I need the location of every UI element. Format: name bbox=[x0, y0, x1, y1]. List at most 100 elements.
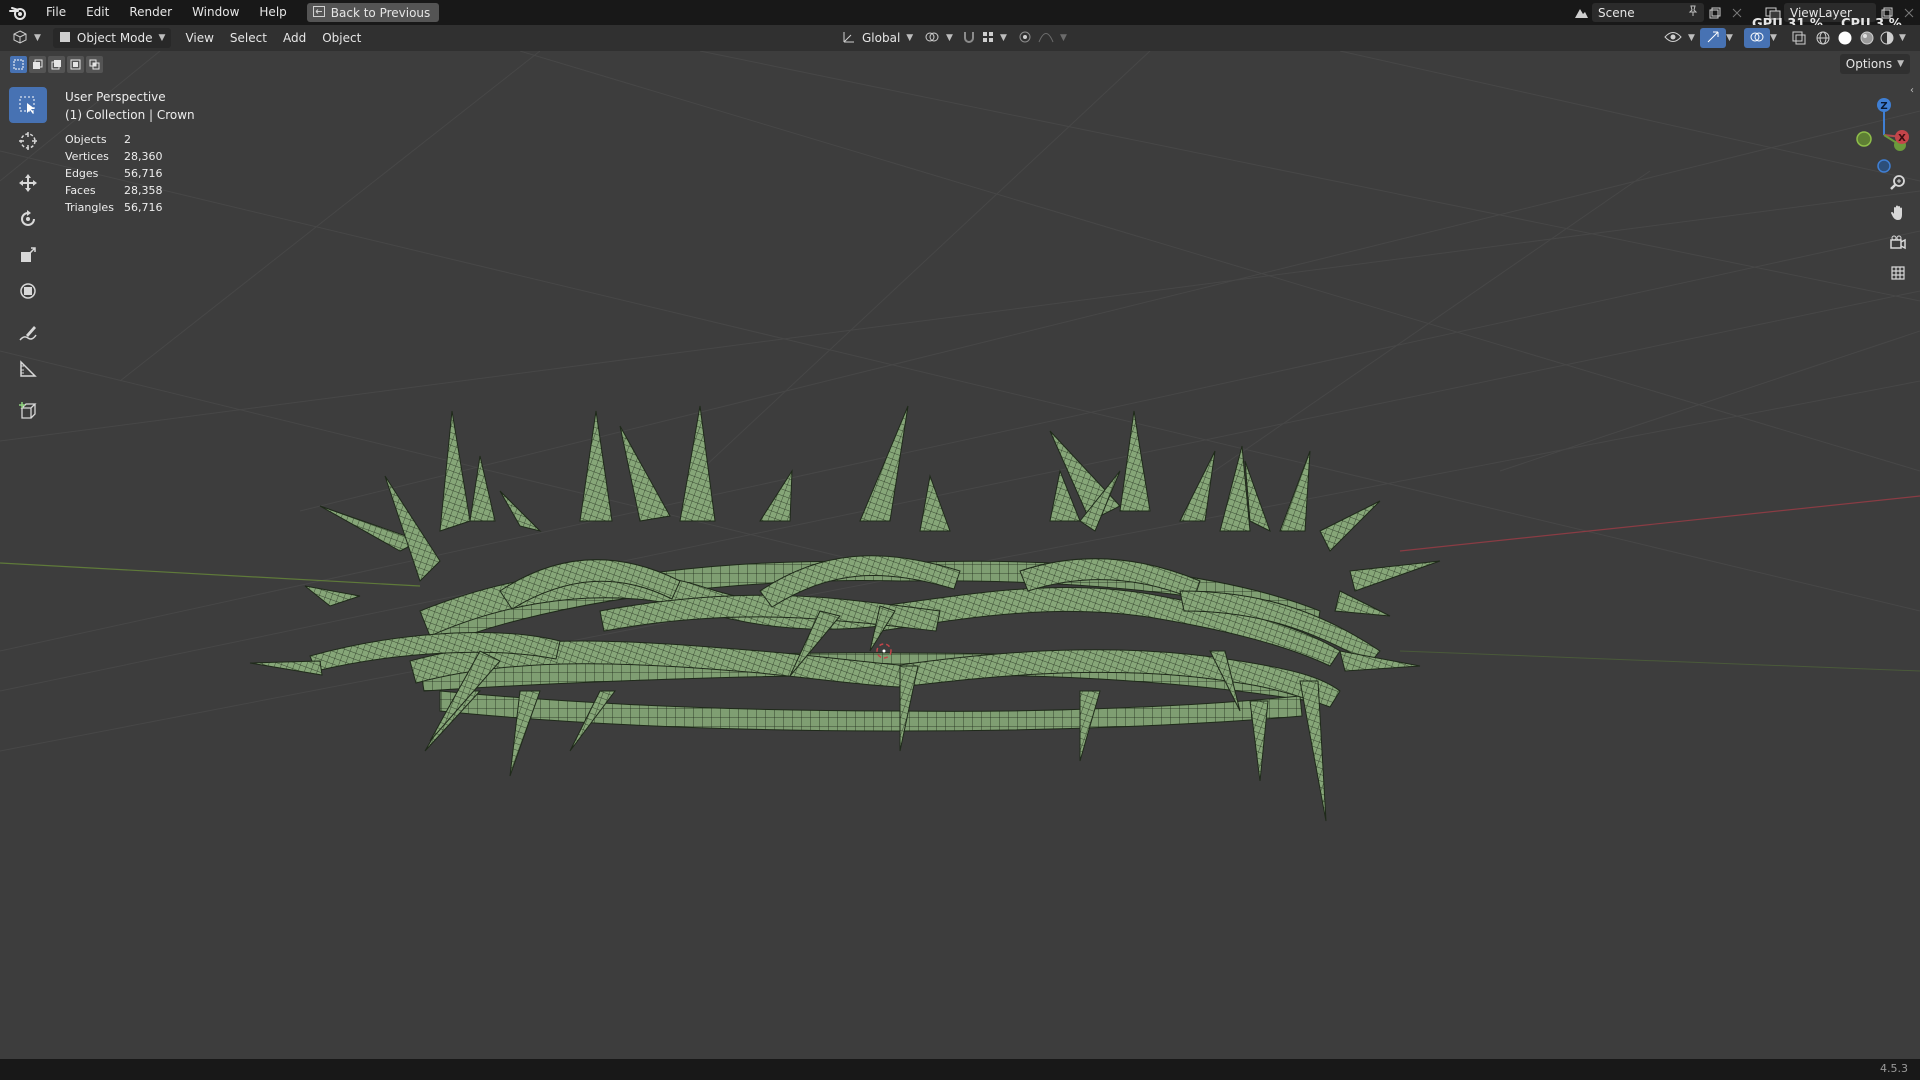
mode-label: Object Mode bbox=[76, 31, 153, 45]
menu-edit[interactable]: Edit bbox=[76, 0, 119, 25]
snap-toggle[interactable]: ▼ bbox=[956, 28, 1013, 48]
stat-label: Triangles bbox=[65, 201, 114, 214]
version-label: 4.5.3 bbox=[1880, 1062, 1908, 1075]
wireframe-shading-icon[interactable] bbox=[1812, 28, 1834, 47]
cursor-icon[interactable] bbox=[9, 123, 47, 159]
scene-name: Scene bbox=[1598, 5, 1635, 20]
chevron-down-icon: ▼ bbox=[906, 33, 914, 43]
gizmo-chevron-down-icon[interactable]: ▼ bbox=[1726, 33, 1733, 43]
options-dropdown[interactable]: Options ▼ bbox=[1839, 54, 1910, 74]
back-to-previous-label: Back to Previous bbox=[330, 5, 431, 20]
select-new-icon[interactable] bbox=[10, 56, 27, 73]
overlays-chevron-down-icon[interactable]: ▼ bbox=[1770, 33, 1777, 43]
proportional-editing-toggle[interactable]: ▼ bbox=[1012, 28, 1073, 48]
mode-dropdown[interactable]: Object Mode ▼ bbox=[52, 28, 172, 48]
menu-render[interactable]: Render bbox=[119, 0, 182, 25]
xray-toggle-icon[interactable] bbox=[1788, 28, 1810, 47]
pivot-point-dropdown[interactable]: ▼ bbox=[918, 28, 959, 48]
annotate-icon[interactable] bbox=[9, 315, 47, 351]
scale-icon[interactable] bbox=[9, 237, 47, 273]
menu-help[interactable]: Help bbox=[249, 0, 296, 25]
rotate-icon[interactable] bbox=[9, 201, 47, 237]
material-shading-icon[interactable] bbox=[1856, 28, 1878, 47]
collection-label: (1) Collection | Crown bbox=[65, 108, 195, 122]
stat-value: 56,716 bbox=[124, 201, 163, 214]
gizmo-toggle[interactable] bbox=[1700, 28, 1726, 48]
add-cube-icon[interactable] bbox=[9, 393, 47, 429]
visibility-dropdown[interactable]: ▼ bbox=[1658, 28, 1701, 48]
stat-label: Edges bbox=[65, 167, 99, 180]
new-scene-icon[interactable] bbox=[1704, 3, 1726, 22]
header-menu-add[interactable]: Add bbox=[275, 25, 314, 51]
viewport-header: ▼ Object Mode ▼ View Select Add Object G… bbox=[0, 25, 1920, 51]
menu-file[interactable]: File bbox=[36, 0, 76, 25]
proportional-edit-icon bbox=[1018, 30, 1032, 47]
stat-row: Triangles 56,716 bbox=[65, 199, 163, 216]
pivot-icon bbox=[924, 30, 940, 47]
scene-field[interactable]: Scene bbox=[1592, 3, 1704, 22]
eye-icon bbox=[1664, 31, 1682, 46]
select-subtract-icon[interactable] bbox=[48, 56, 65, 73]
stat-row: Vertices 28,360 bbox=[65, 148, 163, 165]
zoom-icon[interactable] bbox=[1886, 171, 1910, 195]
stat-value: 28,360 bbox=[124, 150, 163, 163]
blender-logo-icon[interactable] bbox=[0, 0, 36, 25]
select-box-icon[interactable] bbox=[9, 87, 47, 123]
chevron-down-icon: ▼ bbox=[1897, 59, 1904, 69]
chevron-down-icon: ▼ bbox=[1060, 33, 1067, 43]
gizmo-x-label: X bbox=[1898, 133, 1906, 144]
remove-scene-icon[interactable] bbox=[1726, 3, 1748, 22]
stat-row: Objects 2 bbox=[65, 131, 163, 148]
scene-statistics: Objects 2 Vertices 28,360 Edges 56,716 Face… bbox=[65, 131, 163, 216]
pan-hand-icon[interactable] bbox=[1886, 201, 1910, 225]
stat-label: Objects bbox=[65, 133, 107, 146]
header-menu-select[interactable]: Select bbox=[222, 25, 275, 51]
navigation-controls bbox=[1886, 171, 1910, 285]
perspective-toggle-icon[interactable] bbox=[1886, 261, 1910, 285]
3d-viewport[interactable]: User Perspective (1) Collection | Crown … bbox=[0, 51, 1920, 1059]
gizmo-z-label: Z bbox=[1880, 101, 1887, 112]
measure-icon[interactable] bbox=[9, 351, 47, 387]
snap-grid-icon bbox=[982, 31, 994, 46]
sidebar-toggle-icon[interactable]: ‹ bbox=[1910, 85, 1918, 99]
select-extend-icon[interactable] bbox=[29, 56, 46, 73]
chevron-down-icon: ▼ bbox=[1688, 33, 1695, 43]
menu-window[interactable]: Window bbox=[182, 0, 249, 25]
options-label: Options bbox=[1845, 57, 1893, 71]
camera-view-icon[interactable] bbox=[1886, 231, 1910, 255]
rendered-shading-icon[interactable] bbox=[1876, 28, 1898, 47]
shading-chevron-down-icon[interactable]: ▼ bbox=[1899, 33, 1906, 43]
crown-of-thorns-mesh[interactable] bbox=[0, 51, 1920, 1059]
select-intersect-icon[interactable] bbox=[86, 56, 103, 73]
pin-icon[interactable] bbox=[1688, 5, 1698, 20]
tool-shelf bbox=[9, 87, 47, 429]
object-mode-icon bbox=[59, 31, 71, 46]
header-menu-view[interactable]: View bbox=[177, 25, 221, 51]
back-to-previous-button[interactable]: Back to Previous bbox=[306, 3, 440, 22]
editor-type-dropdown[interactable]: ▼ bbox=[6, 28, 47, 48]
perspective-label: User Perspective bbox=[65, 90, 166, 104]
overlays-icon bbox=[1750, 30, 1764, 47]
select-invert-icon[interactable] bbox=[67, 56, 84, 73]
stat-label: Vertices bbox=[65, 150, 109, 163]
solid-shading-icon[interactable] bbox=[1834, 28, 1856, 47]
transform-icon[interactable] bbox=[9, 273, 47, 309]
navigation-gizmo[interactable]: Z X bbox=[1830, 85, 1910, 175]
stat-value: 28,358 bbox=[124, 184, 163, 197]
chevron-down-icon: ▼ bbox=[158, 33, 166, 43]
stat-row: Faces 28,358 bbox=[65, 182, 163, 199]
selection-mode-buttons bbox=[10, 56, 103, 73]
header-menu-object[interactable]: Object bbox=[314, 25, 369, 51]
scene-type-icon[interactable] bbox=[1570, 3, 1592, 22]
chevron-down-icon: ▼ bbox=[34, 33, 41, 43]
overlays-toggle[interactable] bbox=[1744, 28, 1770, 48]
orientation-icon bbox=[842, 30, 856, 47]
gizmo-icon bbox=[1706, 30, 1720, 47]
status-bar: 4.5.3 bbox=[0, 1059, 1920, 1080]
back-icon bbox=[312, 5, 325, 20]
transform-orientation-dropdown[interactable]: Global ▼ bbox=[836, 28, 919, 48]
move-icon[interactable] bbox=[9, 165, 47, 201]
chevron-down-icon: ▼ bbox=[946, 33, 953, 43]
magnet-icon bbox=[962, 30, 976, 47]
stat-value: 2 bbox=[124, 133, 131, 146]
